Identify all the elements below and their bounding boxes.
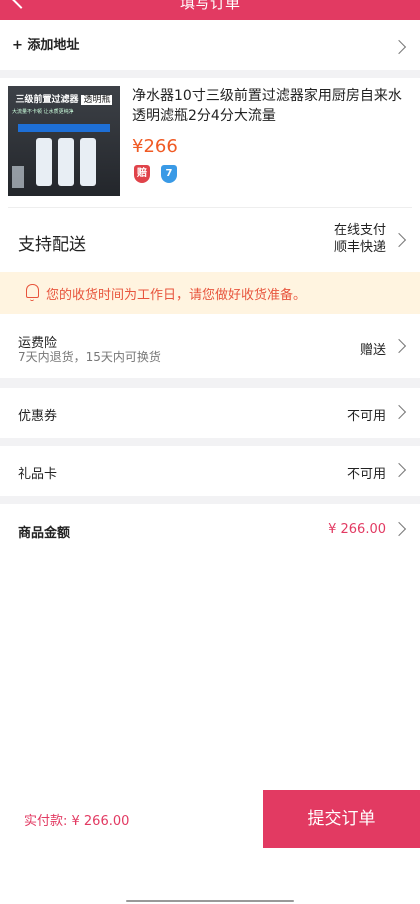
home-indicator[interactable] — [126, 900, 294, 902]
courier-name: 顺丰快递 — [333, 240, 386, 255]
chevron-right-icon — [391, 404, 407, 420]
filter-canister — [58, 138, 74, 186]
top-nav-bar: 填写订单 — [0, 0, 420, 20]
product-price: ¥266 — [132, 136, 178, 157]
chevron-right-icon — [391, 521, 407, 537]
checkout-bar: 实付款: ¥ 266.00 提交订单 — [0, 790, 420, 848]
freight-insurance-row[interactable]: 运费险 7天内退货，15天内可换货 赠送 — [0, 314, 420, 378]
home-indicator-area — [0, 848, 420, 904]
amount-value: ¥ 266.00 — [328, 522, 386, 537]
shield-red-icon: 赔 — [134, 165, 150, 183]
coupon-row[interactable]: 优惠券 不可用 — [0, 388, 420, 438]
water-glass — [12, 166, 24, 188]
payment-method: 在线支付 — [333, 223, 386, 238]
delivery-row[interactable]: 支持配送 在线支付 顺丰快递 — [0, 208, 420, 272]
thumb-filter-bar — [18, 124, 110, 132]
coupon-label: 优惠券 — [18, 409, 58, 424]
freight-insurance-value: 赠送 — [359, 343, 386, 358]
coupon-value: 不可用 — [346, 409, 386, 424]
amount-row[interactable]: 商品金额 ¥ 266.00 — [0, 504, 420, 556]
product-thumbnail: 三级前置过滤器 透明瓶 大流量不卡顿 让水质更纯净 — [8, 86, 120, 196]
gift-card-value: 不可用 — [346, 467, 386, 482]
thumb-banner: 三级前置过滤器 透明瓶 — [15, 95, 113, 105]
amount-label: 商品金额 — [18, 526, 71, 541]
product-card[interactable]: 三级前置过滤器 透明瓶 大流量不卡顿 让水质更纯净 净水器10寸三级前置过滤器家… — [0, 78, 420, 208]
page-title: 填写订单 — [179, 0, 240, 12]
filter-canister — [80, 138, 96, 186]
chevron-right-icon — [391, 338, 407, 354]
add-address-label: + 添加地址 — [12, 38, 80, 53]
shield-blue-icon: 7 — [161, 165, 177, 183]
notice-text: 您的收货时间为工作日，请您做好收货准备。 — [46, 288, 307, 303]
gift-card-label: 礼品卡 — [18, 467, 58, 482]
delivery-info: 在线支付 顺丰快递 — [334, 222, 386, 256]
total-payable: 实付款: ¥ 266.00 — [24, 814, 130, 829]
delivery-notice: 您的收货时间为工作日，请您做好收货准备。 — [0, 272, 420, 314]
chevron-right-icon — [391, 39, 407, 55]
content-background — [0, 556, 420, 790]
freight-insurance-sub: 7天内退货，15天内可换货 — [18, 350, 161, 364]
add-address-row[interactable]: + 添加地址 — [0, 20, 420, 88]
bell-icon — [26, 284, 39, 301]
chevron-right-icon — [391, 232, 407, 248]
chevron-right-icon — [391, 462, 407, 478]
delivery-label: 支持配送 — [18, 235, 86, 255]
submit-order-button[interactable]: 提交订单 — [263, 790, 420, 848]
product-title: 净水器10寸三级前置过滤器家用厨房自来水透明滤瓶2分4分大流量 — [132, 88, 402, 124]
filter-canister — [36, 138, 52, 186]
gift-card-row[interactable]: 礼品卡 不可用 — [0, 446, 420, 496]
thumb-subtext: 大流量不卡顿 让水质更纯净 — [12, 109, 74, 115]
